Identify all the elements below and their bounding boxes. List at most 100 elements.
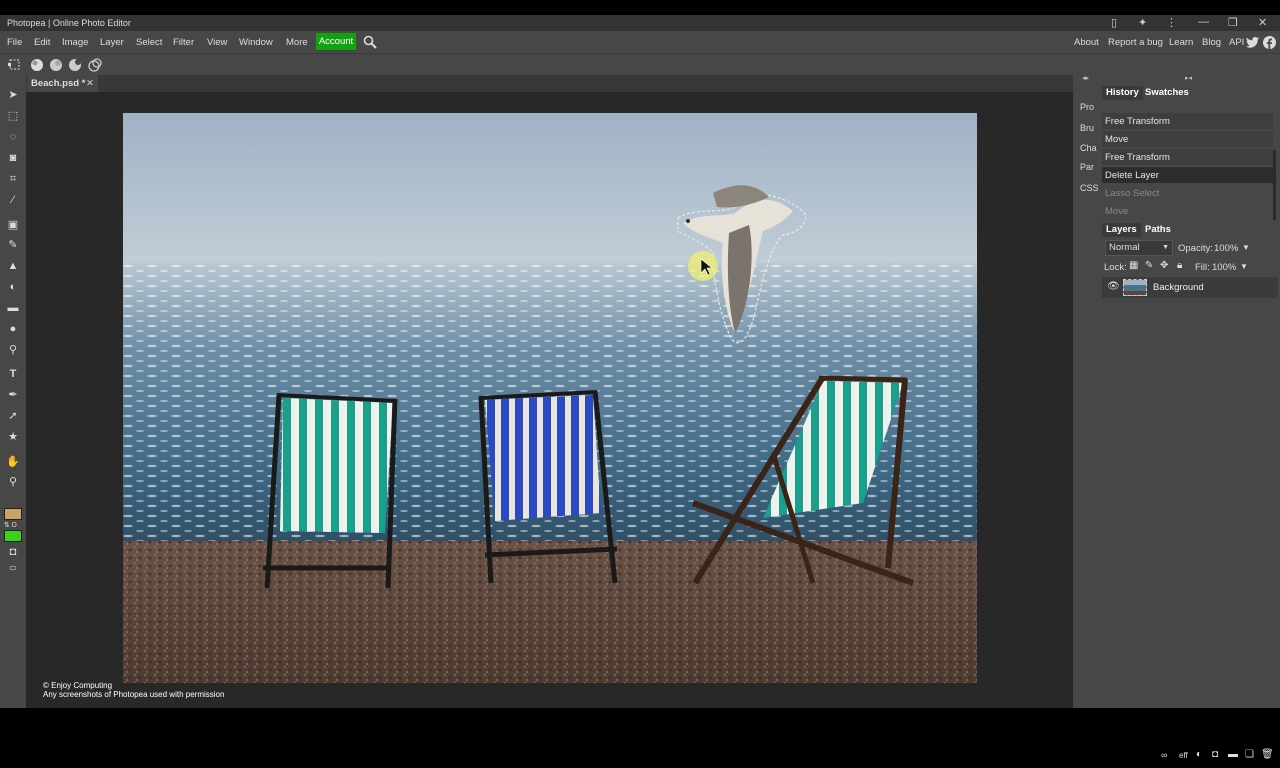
image-canvas[interactable] — [123, 113, 977, 683]
tab-history[interactable]: History — [1102, 86, 1143, 100]
search-icon[interactable] — [363, 35, 377, 49]
new-group-icon[interactable]: ▬ — [1228, 749, 1238, 760]
pen-tool-icon[interactable]: ✒ — [6, 388, 20, 402]
tab-swatches[interactable]: Swatches — [1141, 86, 1193, 100]
menu-view[interactable]: View — [207, 37, 227, 48]
panel-properties-tab[interactable]: Pro — [1080, 102, 1094, 112]
twitter-icon[interactable] — [1246, 37, 1259, 48]
history-step[interactable]: Move — [1102, 131, 1273, 148]
link-blog[interactable]: Blog — [1202, 37, 1221, 48]
tab-paths[interactable]: Paths — [1141, 223, 1175, 237]
history-scrollbar[interactable] — [1273, 150, 1276, 220]
menu-file[interactable]: File — [7, 37, 22, 48]
history-step-current[interactable]: Delete Layer — [1102, 167, 1273, 184]
menu-edit[interactable]: Edit — [34, 37, 50, 48]
panel-css-tab[interactable]: CSS — [1080, 183, 1099, 193]
document-tab[interactable]: Beach.psd * ✕ — [27, 75, 98, 92]
fill-input[interactable]: 100% — [1212, 262, 1236, 273]
panel-character-tab[interactable]: Cha — [1080, 143, 1097, 153]
menu-dots-icon[interactable]: ⋮ — [1166, 16, 1177, 29]
selection-mode-icon[interactable] — [8, 58, 21, 71]
eyedropper-tool-icon[interactable]: ⁄ — [6, 193, 20, 207]
marquee-tool-icon[interactable]: ⬚ — [6, 109, 20, 123]
close-window-button[interactable]: ✕ — [1258, 16, 1267, 29]
swap-colors-icon[interactable]: ⇅ D — [4, 521, 17, 529]
dodge-tool-icon[interactable]: ⚲ — [6, 343, 20, 357]
lasso-tool-icon[interactable]: ◌ — [6, 130, 20, 144]
quick-select-tool-icon[interactable]: ◙ — [6, 151, 20, 165]
layer-name: Background — [1153, 282, 1204, 293]
screen-mode-icon[interactable]: ▭ — [6, 561, 20, 575]
blur-tool-icon[interactable]: ● — [6, 322, 20, 336]
document-tabs: Beach.psd * ✕ — [26, 75, 1073, 92]
menu-filter[interactable]: Filter — [173, 37, 194, 48]
zoom-tool-icon[interactable]: ⚲ — [6, 475, 20, 489]
layer-row[interactable]: 👁︎ Background — [1102, 277, 1278, 298]
history-step[interactable]: Free Transform — [1102, 149, 1273, 166]
path-select-tool-icon[interactable]: ➚ — [6, 409, 20, 423]
move-tool-icon[interactable]: ➤ — [6, 88, 20, 102]
lock-position-icon[interactable]: ✥ — [1160, 260, 1168, 271]
menu-more[interactable]: More — [286, 37, 308, 48]
lock-transparency-icon[interactable]: ▦ — [1129, 260, 1138, 271]
layer-thumbnail — [1123, 279, 1147, 296]
eye-icon[interactable]: 👁︎ — [1107, 281, 1120, 292]
new-selection-icon[interactable] — [30, 58, 44, 72]
delete-layer-icon[interactable]: 🗑︎ — [1261, 749, 1274, 760]
clone-stamp-tool-icon[interactable]: ▲ — [6, 259, 20, 273]
healing-tool-icon[interactable]: ▣ — [6, 218, 20, 232]
tab-layers[interactable]: Layers — [1102, 223, 1141, 237]
foreground-color-swatch[interactable] — [4, 508, 22, 520]
link-learn[interactable]: Learn — [1169, 37, 1193, 48]
opacity-input[interactable]: 100% — [1214, 243, 1238, 254]
account-button[interactable]: Account — [316, 33, 356, 50]
subtract-selection-icon[interactable] — [68, 58, 82, 72]
panel-paragraph-tab[interactable]: Par — [1080, 162, 1094, 172]
background-color-swatch[interactable] — [4, 530, 22, 542]
close-tab-icon[interactable]: ✕ — [86, 75, 94, 92]
layers-footer: ∞ eff ◐ ◘ ▬ ❏ 🗑︎ — [1101, 747, 1280, 768]
collapse-panel-icon[interactable]: ▸◂ — [1185, 74, 1192, 82]
menu-window[interactable]: Window — [239, 37, 273, 48]
brush-tool-icon[interactable]: ✎ — [6, 238, 20, 252]
history-step-undone[interactable]: Move — [1102, 203, 1273, 220]
lock-all-icon[interactable]: 🔒︎ — [1177, 260, 1182, 271]
link-report-bug[interactable]: Report a bug — [1108, 37, 1163, 48]
menu-layer[interactable]: Layer — [100, 37, 124, 48]
new-layer-icon[interactable]: ❏ — [1245, 749, 1254, 760]
copyright-line-2: Any screenshots of Photopea used with pe… — [43, 690, 225, 699]
minimize-button[interactable]: — — [1198, 16, 1209, 28]
page-icon[interactable]: ▯ — [1111, 16, 1117, 29]
fill-label: Fill: — [1195, 262, 1210, 273]
add-selection-icon[interactable] — [49, 58, 63, 72]
canvas-area[interactable]: © Enjoy Computing Any screenshots of Pho… — [26, 92, 1073, 708]
menu-select[interactable]: Select — [136, 37, 162, 48]
adjustment-layer-icon[interactable]: ◐ — [1196, 749, 1202, 760]
panel-brush-tab[interactable]: Bru — [1080, 123, 1094, 133]
layer-mask-icon[interactable]: ◘ — [1212, 749, 1218, 760]
eraser-tool-icon[interactable]: ◐ — [6, 280, 20, 294]
restore-button[interactable]: ❐ — [1228, 16, 1238, 29]
opacity-dropdown-icon[interactable]: ▼ — [1242, 243, 1250, 252]
link-about[interactable]: About — [1074, 37, 1099, 48]
extension-icon[interactable]: ✦ — [1138, 16, 1147, 29]
menu-image[interactable]: Image — [62, 37, 88, 48]
link-layers-icon[interactable]: ∞ — [1161, 750, 1167, 760]
quick-mask-icon[interactable]: ◘ — [6, 545, 20, 559]
lock-pixels-icon[interactable]: ✎ — [1145, 260, 1153, 271]
type-tool-icon[interactable]: T — [6, 367, 20, 381]
facebook-icon[interactable] — [1263, 36, 1276, 49]
beach-photo — [123, 113, 977, 683]
fill-dropdown-icon[interactable]: ▼ — [1240, 262, 1248, 271]
shape-tool-icon[interactable]: ★ — [6, 430, 20, 444]
link-api[interactable]: API — [1229, 37, 1244, 48]
hand-tool-icon[interactable]: ✋ — [6, 455, 20, 469]
history-step[interactable]: Free Transform — [1102, 113, 1273, 130]
blend-mode-select[interactable]: Normal ▼ — [1105, 240, 1173, 256]
layer-effects-icon[interactable]: eff — [1179, 751, 1188, 760]
history-step-undone[interactable]: Lasso Select — [1102, 185, 1273, 202]
collapse-arrows-icon[interactable]: ◂▸ — [1082, 74, 1089, 82]
intersect-selection-icon[interactable] — [88, 58, 102, 72]
crop-tool-icon[interactable]: ⌗ — [6, 172, 20, 186]
gradient-tool-icon[interactable]: ▬ — [6, 301, 20, 315]
